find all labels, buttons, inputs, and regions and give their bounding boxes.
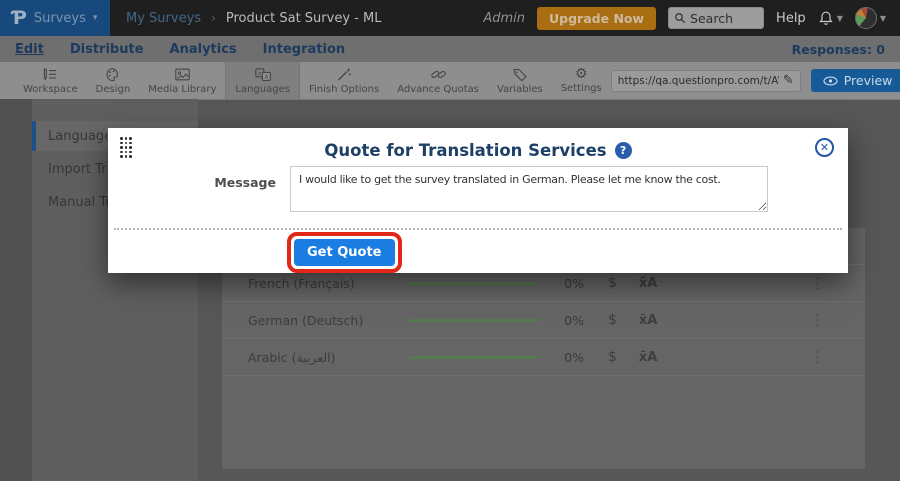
search-input[interactable] bbox=[690, 11, 756, 26]
toolbar-item-languages[interactable]: z A Languages bbox=[225, 62, 300, 99]
breadcrumb-separator-icon: › bbox=[211, 11, 216, 25]
questionpro-logo-icon: Ƥ bbox=[12, 9, 27, 28]
search-icon bbox=[674, 12, 686, 24]
tab-integration[interactable]: Integration bbox=[263, 42, 345, 57]
svg-text:z: z bbox=[258, 70, 261, 76]
workspace-icon bbox=[42, 67, 58, 82]
languages-icon: z A bbox=[254, 67, 272, 82]
variables-icon bbox=[512, 67, 528, 82]
kebab-menu-icon[interactable]: ⋮ bbox=[810, 274, 825, 292]
notifications-menu[interactable]: ▼ bbox=[818, 10, 843, 26]
settings-gear-icon: ⚙ bbox=[575, 68, 588, 81]
responses-count: Responses: 0 bbox=[792, 42, 885, 57]
avatar bbox=[855, 7, 877, 29]
toolbar-item-variables[interactable]: Variables bbox=[488, 62, 552, 99]
translate-icon[interactable]: x̄A bbox=[639, 350, 657, 365]
quote-dollar-icon[interactable]: $ bbox=[608, 312, 617, 328]
edit-url-pencil-icon[interactable]: ✎ bbox=[783, 73, 794, 88]
search-box[interactable] bbox=[668, 7, 764, 29]
click-highlight-annotation: Get Quote bbox=[287, 232, 402, 273]
toolbar-item-finish-options[interactable]: Finish Options bbox=[300, 62, 388, 99]
language-name: Arabic (العربية) bbox=[222, 350, 408, 365]
tab-distribute[interactable]: Distribute bbox=[70, 42, 144, 57]
left-gutter bbox=[0, 99, 32, 481]
bell-icon bbox=[818, 10, 834, 26]
finish-options-icon bbox=[336, 67, 352, 82]
modal-divider bbox=[114, 228, 842, 230]
help-link[interactable]: Help bbox=[776, 11, 806, 26]
questionpro-app: Ƥ Surveys ▾ My Surveys › Product Sat Sur… bbox=[0, 0, 900, 481]
survey-url-box[interactable]: ✎ bbox=[611, 70, 801, 92]
close-icon[interactable]: ✕ bbox=[815, 138, 834, 157]
translation-progress-bar bbox=[408, 356, 538, 359]
upgrade-now-button[interactable]: Upgrade Now bbox=[537, 7, 656, 30]
toolbar-item-workspace[interactable]: Workspace bbox=[14, 62, 87, 99]
admin-label: Admin bbox=[483, 11, 525, 26]
breadcrumb-current-survey: Product Sat Survey - ML bbox=[226, 11, 382, 26]
eye-icon bbox=[823, 76, 838, 86]
tab-analytics[interactable]: Analytics bbox=[170, 42, 237, 57]
quote-dollar-icon[interactable]: $ bbox=[608, 349, 617, 365]
language-name: German (Deutsch) bbox=[222, 313, 408, 328]
design-icon bbox=[105, 67, 121, 82]
modal-body: Message I would like to get the survey t… bbox=[108, 166, 848, 212]
tab-edit[interactable]: Edit bbox=[15, 42, 44, 57]
drag-handle-icon[interactable] bbox=[120, 137, 132, 158]
toolbar-item-settings[interactable]: ⚙ Settings bbox=[552, 62, 611, 99]
chevron-down-icon: ▾ bbox=[93, 13, 98, 23]
breadcrumb-my-surveys[interactable]: My Surveys bbox=[126, 11, 201, 26]
progress-percent: 0% bbox=[538, 350, 584, 365]
modal-header: Quote for Translation Services ? ✕ bbox=[108, 128, 848, 160]
language-name: French (Français) bbox=[222, 276, 408, 291]
header-actions: Admin Upgrade Now Help ▼ ▼ bbox=[483, 7, 900, 30]
breadcrumb: My Surveys › Product Sat Survey - ML bbox=[126, 11, 381, 26]
toolbar-item-media-library[interactable]: Media Library bbox=[139, 62, 225, 99]
translation-progress-bar bbox=[408, 319, 538, 322]
message-label: Message bbox=[108, 166, 276, 212]
progress-percent: 0% bbox=[538, 276, 584, 291]
toolbar-item-design[interactable]: Design bbox=[87, 62, 140, 99]
toolbar-right: ✎ Preview bbox=[611, 62, 900, 99]
advance-quotas-icon bbox=[430, 67, 447, 82]
kebab-menu-icon[interactable]: ⋮ bbox=[810, 311, 825, 329]
table-row-german: German (Deutsch) 0% $ x̄A ⋮ bbox=[222, 302, 865, 339]
surveys-menu-label: Surveys bbox=[34, 11, 86, 26]
edit-toolbar: Workspace Design Media Library z bbox=[0, 62, 900, 100]
chevron-down-icon: ▼ bbox=[837, 14, 843, 23]
modal-title: Quote for Translation Services ? bbox=[324, 141, 631, 160]
survey-url-input[interactable] bbox=[618, 75, 779, 87]
preview-button[interactable]: Preview bbox=[811, 69, 900, 92]
help-icon[interactable]: ? bbox=[615, 142, 632, 159]
translate-icon[interactable]: x̄A bbox=[639, 276, 657, 291]
svg-text:A: A bbox=[264, 74, 268, 80]
toolbar-item-advance-quotas[interactable]: Advance Quotas bbox=[388, 62, 488, 99]
quote-translation-modal: Quote for Translation Services ? ✕ Messa… bbox=[108, 128, 848, 273]
chevron-down-icon: ▼ bbox=[880, 14, 886, 23]
survey-nav: Edit Distribute Analytics Integration Re… bbox=[0, 36, 900, 62]
surveys-menu[interactable]: Ƥ Surveys ▾ bbox=[0, 0, 110, 36]
translate-icon[interactable]: x̄A bbox=[639, 313, 657, 328]
get-quote-button[interactable]: Get Quote bbox=[294, 239, 395, 266]
top-header: Ƥ Surveys ▾ My Surveys › Product Sat Sur… bbox=[0, 0, 900, 36]
translation-progress-bar bbox=[408, 282, 538, 285]
progress-percent: 0% bbox=[538, 313, 584, 328]
media-library-icon bbox=[174, 67, 191, 82]
message-textarea[interactable]: I would like to get the survey translate… bbox=[290, 166, 768, 212]
quote-dollar-icon[interactable]: $ bbox=[608, 275, 617, 291]
table-row-arabic: Arabic (العربية) 0% $ x̄A ⋮ bbox=[222, 339, 865, 376]
account-menu[interactable]: ▼ bbox=[855, 7, 886, 29]
kebab-menu-icon[interactable]: ⋮ bbox=[810, 348, 825, 366]
